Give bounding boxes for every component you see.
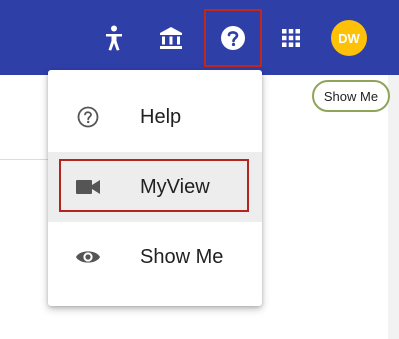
menu-item-help-label: Help [140, 105, 182, 128]
help-menu: Help MyView Show Me [48, 70, 262, 306]
help-icon[interactable] [204, 9, 262, 67]
page-edge [388, 75, 399, 339]
top-app-bar: DW [0, 0, 399, 75]
accessibility-icon[interactable] [95, 19, 133, 57]
eye-icon [74, 243, 102, 271]
help-circle-icon [74, 103, 102, 131]
user-avatar[interactable]: DW [331, 20, 367, 56]
menu-item-show-me[interactable]: Show Me [48, 222, 262, 292]
menu-item-show-me-label: Show Me [140, 245, 224, 268]
menu-item-myview[interactable]: MyView [48, 152, 262, 222]
menu-item-help[interactable]: Help [48, 82, 262, 152]
apps-grid-icon[interactable] [272, 19, 310, 57]
menu-item-myview-label: MyView [140, 175, 210, 198]
video-camera-icon [74, 173, 102, 201]
institution-icon[interactable] [152, 19, 190, 57]
show-me-badge[interactable]: Show Me [312, 80, 390, 112]
